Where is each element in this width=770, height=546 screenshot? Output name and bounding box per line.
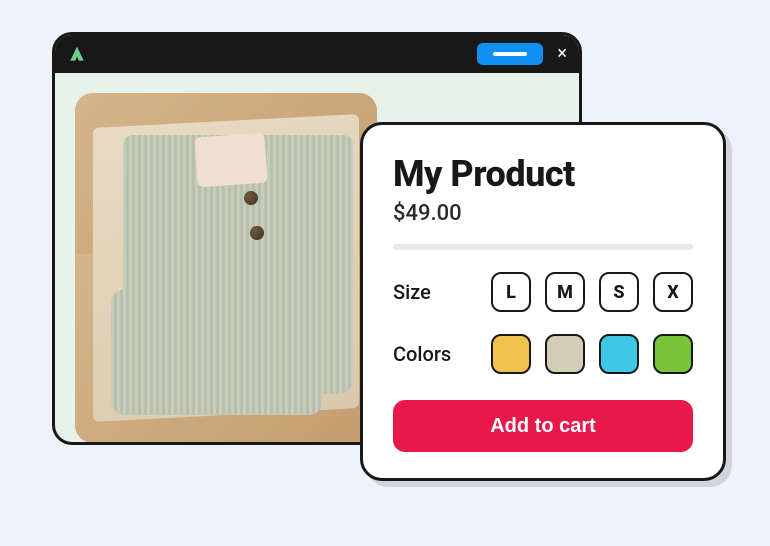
color-swatch-4[interactable] [653, 334, 693, 374]
window-action-button[interactable] [477, 43, 543, 65]
product-image [75, 93, 377, 443]
app-logo-icon [67, 44, 87, 64]
colors-label: Colors [393, 342, 451, 366]
size-label: Size [393, 280, 431, 304]
titlebar: × [55, 35, 579, 73]
product-card: My Product $49.00 Size L M S X Colors Ad… [360, 122, 726, 481]
size-option-s[interactable]: S [599, 272, 639, 312]
color-swatch-1[interactable] [491, 334, 531, 374]
product-title: My Product [393, 153, 693, 195]
color-options [491, 334, 693, 374]
color-swatch-2[interactable] [545, 334, 585, 374]
size-options: L M S X [491, 272, 693, 312]
add-to-cart-button[interactable]: Add to cart [393, 400, 693, 452]
size-option-m[interactable]: M [545, 272, 585, 312]
product-price: $49.00 [393, 201, 693, 226]
size-option-x[interactable]: X [653, 272, 693, 312]
close-icon[interactable]: × [557, 45, 567, 63]
size-option-l[interactable]: L [491, 272, 531, 312]
color-swatch-3[interactable] [599, 334, 639, 374]
divider [393, 244, 693, 250]
